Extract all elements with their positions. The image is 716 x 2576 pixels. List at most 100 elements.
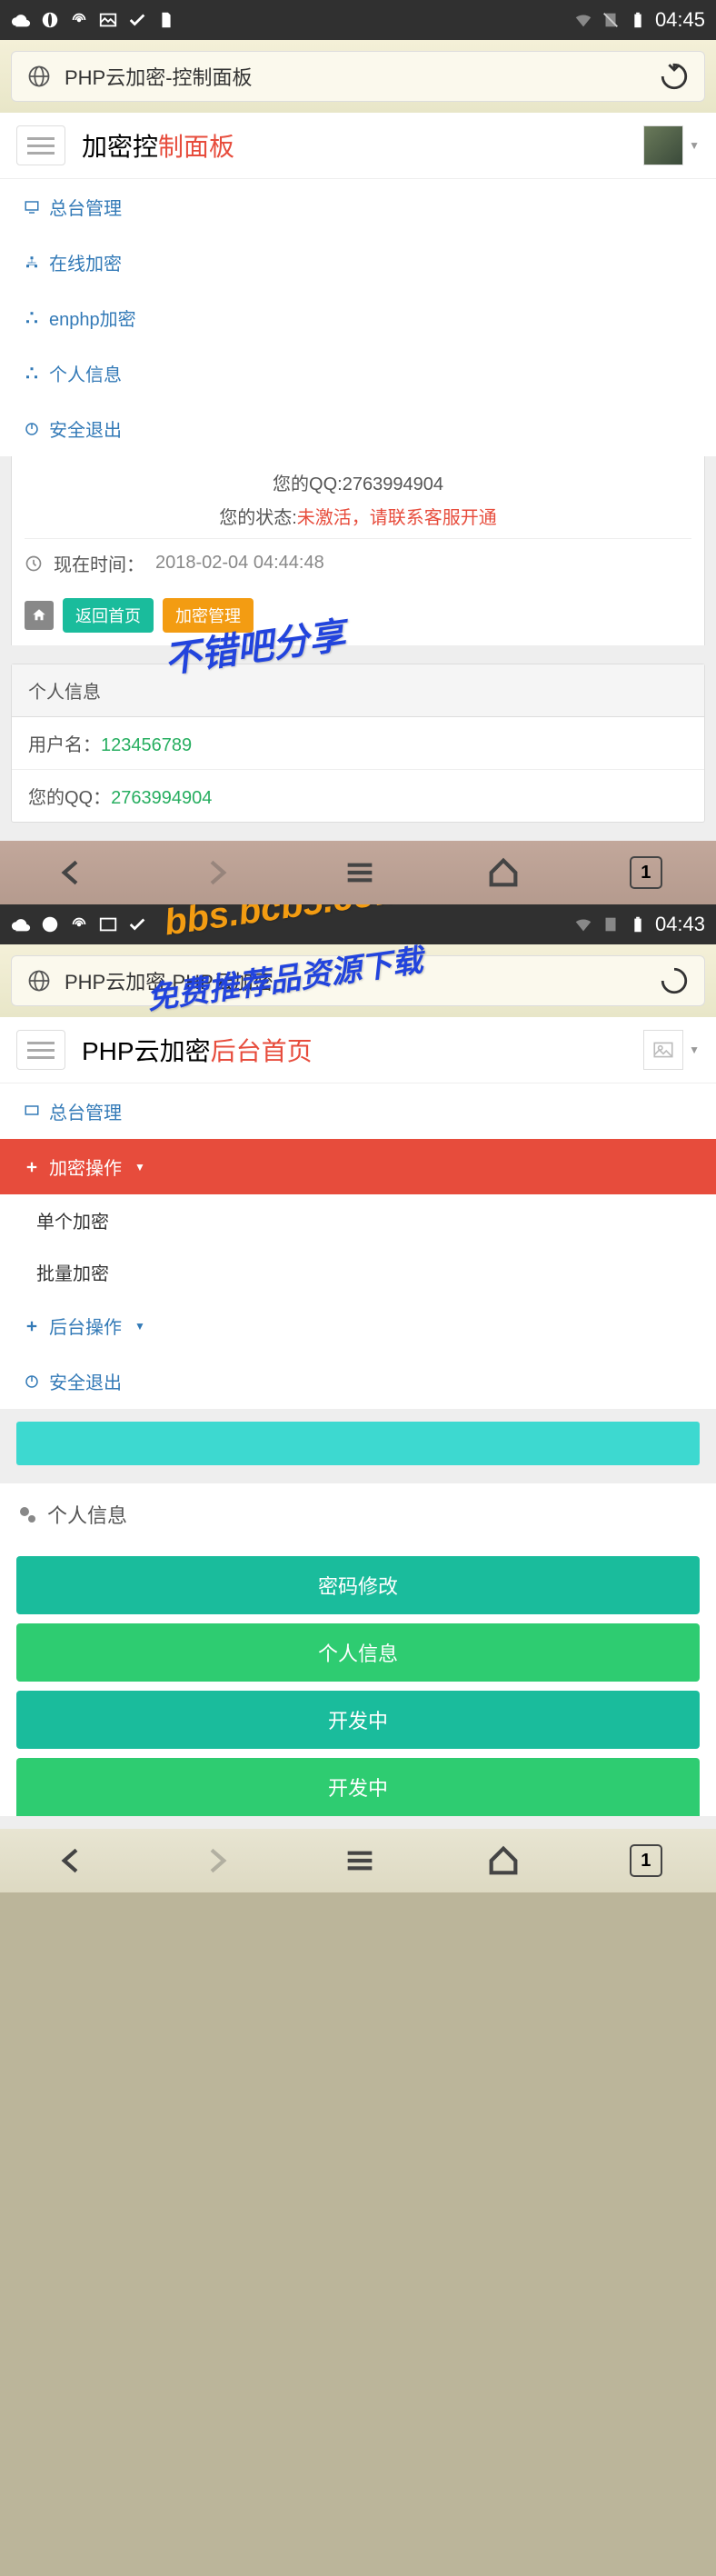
action-buttons-grid: 密码修改 个人信息 开发中 开发中 [0,1556,716,1816]
reload-icon[interactable] [659,965,690,996]
status-time: 04:45 [655,8,705,32]
nav-home-button[interactable] [485,854,522,891]
sidebar-item-dashboard[interactable]: 总台管理 [0,1083,716,1139]
sidebar-item-logout[interactable]: 安全退出 [0,401,716,456]
return-home-button[interactable]: 返回首页 [63,598,154,633]
current-time-row: 现在时间： 2018-02-04 04:44:48 [25,538,691,587]
url-box[interactable]: PHP云加密-控制面板 [11,51,705,102]
android-status-bar: 04:45 [0,0,716,40]
browser-url-bar: PHP云加密-控制面板 [0,40,716,113]
sidebar-item-profile[interactable]: 个人信息 [0,345,716,401]
sidebar-item-encrypt-ops[interactable]: 加密操作 ▼ [0,1139,716,1194]
sidebar-item-logout[interactable]: 安全退出 [0,1353,716,1409]
status-time: 04:43 [655,913,705,936]
in-development-button-2[interactable]: 开发中 [16,1758,700,1816]
sidebar-item-label: 安全退出 [49,1368,122,1394]
username-row: 用户名：123456789 [12,717,704,770]
image-icon [98,914,118,934]
personal-info-button[interactable]: 个人信息 [16,1623,700,1682]
power-icon [24,421,40,437]
hotspot-icon [69,10,89,30]
sidebar-item-online-encrypt[interactable]: 在线加密 [0,235,716,290]
nav-back-button[interactable] [54,854,90,891]
sidebar-item-label: 总台管理 [49,194,122,220]
page-header: 加密控制面板 ▼ [0,113,716,179]
hamburger-menu-button[interactable] [16,125,65,165]
sitemap-icon [24,255,40,271]
sidebar-item-label: enphp加密 [49,305,136,331]
screenshot-1: 04:45 PHP云加密-控制面板 加密控制面板 ▼ 总台管理 在线加密 [0,0,716,904]
chevron-down-icon: ▼ [689,1043,700,1056]
sidebar-item-enphp[interactable]: enphp加密 [0,290,716,345]
no-sim-icon [601,914,621,934]
home-icon[interactable] [25,601,54,630]
sidebar-menu: 总台管理 在线加密 enphp加密 个人信息 安全退出 [0,179,716,456]
teal-banner [16,1422,700,1465]
chevron-down-icon: ▼ [689,139,700,152]
url-title: PHP云加密-控制面板 [65,62,646,91]
browser-icon [40,10,60,30]
qq-info: 您的QQ:2763994904 [25,469,691,495]
sidebar-item-label: 在线加密 [49,249,122,275]
sidebar-menu: 总台管理 加密操作 ▼ 单个加密 批量加密 后台操作 ▼ 安全退出 [0,1083,716,1409]
wifi-icon [573,10,593,30]
browser-icon [40,914,60,934]
image-icon [98,10,118,30]
activation-status: 您的状态:未激活，请联系客服开通 [25,503,691,529]
android-status-bar: 04:43 [0,904,716,944]
personal-info-panel: 个人信息 用户名：123456789 您的QQ：2763994904 [11,664,705,823]
no-sim-icon [601,10,621,30]
submenu-single-encrypt[interactable]: 单个加密 [0,1194,716,1246]
plus-icon [24,1318,40,1334]
browser-url-bar: PHP云加密-PHP云加密 [0,944,716,1017]
page-title: PHP云加密后台首页 [82,1032,313,1068]
in-development-button-1[interactable]: 开发中 [16,1691,700,1749]
nav-forward-button[interactable] [198,854,234,891]
battery-icon [628,914,648,934]
url-box[interactable]: PHP云加密-PHP云加密 [11,955,705,1006]
battery-icon [628,10,648,30]
sitemap-icon [24,365,40,382]
sim-icon [156,10,176,30]
change-password-button[interactable]: 密码修改 [16,1556,700,1614]
chevron-down-icon: ▼ [134,1320,145,1333]
globe-icon [26,968,52,993]
reload-icon[interactable] [659,61,690,92]
monitor-icon [24,199,40,215]
nav-menu-button[interactable] [342,854,378,891]
content-area: 您的QQ:2763994904 您的状态:未激活，请联系客服开通 现在时间： 2… [0,456,716,841]
browser-bottom-nav: 1 [0,841,716,904]
browser-bottom-nav: 1 [0,1829,716,1892]
wifi-icon [573,914,593,934]
sidebar-item-label: 后台操作 [49,1313,122,1339]
power-icon [24,1373,40,1390]
avatar [643,125,683,165]
clock-icon [25,554,43,573]
nav-back-button[interactable] [54,1842,90,1879]
user-avatar-dropdown[interactable]: ▼ [643,1030,700,1070]
qq-row: 您的QQ：2763994904 [12,770,704,822]
chevron-down-icon: ▼ [134,1161,145,1173]
sidebar-item-label: 安全退出 [49,415,122,442]
nav-menu-button[interactable] [342,1842,378,1879]
sidebar-item-backend-ops[interactable]: 后台操作 ▼ [0,1298,716,1353]
page-header: PHP云加密后台首页 ▼ [0,1017,716,1083]
gears-icon [16,1503,38,1525]
url-title: PHP云加密-PHP云加密 [65,966,646,995]
hamburger-menu-button[interactable] [16,1030,65,1070]
nav-tabs-button[interactable]: 1 [630,1844,662,1877]
nav-forward-button[interactable] [198,1842,234,1879]
sidebar-item-label: 加密操作 [49,1153,122,1180]
globe-icon [26,64,52,89]
sidebar-item-dashboard[interactable]: 总台管理 [0,179,716,235]
hotspot-icon [69,914,89,934]
monitor-icon [24,1103,40,1120]
check-icon [127,10,147,30]
personal-info-section-header: 个人信息 [0,1483,716,1545]
plus-icon [24,1159,40,1175]
encrypt-manage-button[interactable]: 加密管理 [163,598,254,633]
submenu-batch-encrypt[interactable]: 批量加密 [0,1246,716,1298]
nav-home-button[interactable] [485,1842,522,1879]
nav-tabs-button[interactable]: 1 [630,856,662,889]
user-avatar-dropdown[interactable]: ▼ [643,125,700,165]
